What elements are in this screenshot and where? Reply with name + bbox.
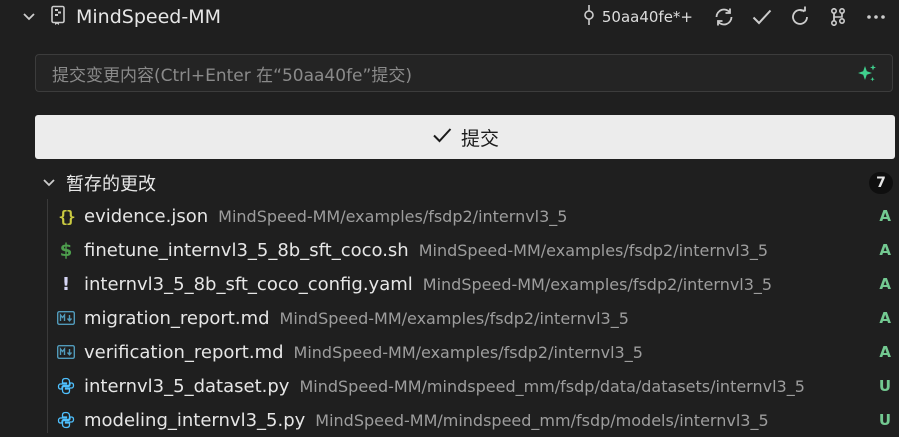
- chevron-down-icon[interactable]: [42, 176, 56, 190]
- python-icon: [57, 375, 75, 397]
- file-name: internvl3_5_8b_sft_coco_config.yaml: [84, 273, 413, 295]
- git-commit-icon: [582, 4, 596, 30]
- branch-indicator[interactable]: 50aa40fe*+: [582, 4, 693, 30]
- check-icon: [752, 9, 772, 25]
- list-item[interactable]: {} evidence.json MindSpeed-MM/examples/fs…: [0, 199, 899, 233]
- file-name: migration_report.md: [84, 307, 270, 329]
- file-name: verification_report.md: [84, 341, 284, 363]
- repo-title: MindSpeed-MM: [76, 6, 221, 28]
- sync-icon: [715, 8, 733, 26]
- list-item[interactable]: verification_report.md MindSpeed-MM/examp…: [0, 335, 899, 369]
- list-item[interactable]: modeling_internvl3_5.py MindSpeed-MM/mind…: [0, 403, 899, 437]
- status-badge: A: [879, 275, 891, 293]
- file-path: MindSpeed-MM/examples/fsdp2/internvl3_5: [218, 206, 568, 226]
- chevron-down-icon[interactable]: [22, 10, 36, 24]
- repository-header[interactable]: MindSpeed-MM 50aa40fe*+: [0, 0, 899, 34]
- file-path: MindSpeed-MM/examples/fsdp2/internvl3_5: [422, 274, 773, 294]
- graph-tree-icon: [831, 7, 846, 27]
- status-badge: A: [879, 343, 891, 361]
- status-badge: A: [879, 309, 891, 327]
- file-path: MindSpeed-MM/mindspeed_mm/fsdp/data/data…: [299, 376, 805, 396]
- json-icon: {}: [58, 206, 75, 226]
- status-badge: U: [878, 377, 891, 395]
- commit-button-label: 提交: [460, 127, 499, 150]
- file-name: finetune_internvl3_5_8b_sft_coco.sh: [84, 239, 409, 261]
- file-path: MindSpeed-MM/examples/fsdp2/internvl3_5: [279, 308, 629, 328]
- file-path: MindSpeed-MM/mindspeed_mm/fsdp/models/in…: [315, 410, 769, 430]
- staged-changes-header[interactable]: 暂存的更改 7: [0, 169, 899, 197]
- commit-button[interactable]: 提交: [35, 115, 895, 159]
- list-item[interactable]: ! internvl3_5_8b_sft_coco_config.yaml Min…: [0, 267, 899, 301]
- file-path: MindSpeed-MM/examples/fsdp2/internvl3_5: [418, 240, 769, 260]
- yaml-icon: !: [61, 273, 71, 295]
- status-badge: U: [878, 411, 891, 429]
- check-icon: [431, 124, 453, 151]
- list-item[interactable]: internvl3_5_dataset.py MindSpeed-MM/minds…: [0, 369, 899, 403]
- more-actions-button[interactable]: [863, 4, 889, 30]
- python-icon: [57, 409, 75, 431]
- branch-label: 50aa40fe*+: [601, 8, 693, 26]
- staged-count-badge: 7: [869, 172, 893, 194]
- refresh-button[interactable]: [787, 4, 813, 30]
- file-name: modeling_internvl3_5.py: [84, 409, 306, 431]
- file-name: evidence.json: [84, 205, 209, 227]
- staged-changes-title: 暂存的更改: [66, 174, 156, 195]
- sync-button[interactable]: [711, 4, 737, 30]
- view-graph-button[interactable]: [825, 4, 851, 30]
- repo-icon: [50, 5, 66, 29]
- file-path: MindSpeed-MM/examples/fsdp2/internvl3_5: [293, 342, 643, 362]
- list-item[interactable]: $ finetune_internvl3_5_8b_sft_coco.sh Min…: [0, 233, 899, 267]
- commit-message-input[interactable]: 提交变更内容(Ctrl+Enter 在“50aa40fe”提交): [35, 54, 893, 92]
- list-item[interactable]: migration_report.md MindSpeed-MM/examples…: [0, 301, 899, 335]
- markdown-icon: [57, 341, 75, 363]
- sparkle-icon[interactable]: [856, 63, 878, 89]
- status-badge: A: [879, 207, 891, 225]
- commit-message-placeholder: 提交变更内容(Ctrl+Enter 在“50aa40fe”提交): [52, 65, 412, 86]
- status-badge: A: [879, 241, 891, 259]
- markdown-icon: [57, 307, 75, 329]
- file-name: internvl3_5_dataset.py: [84, 375, 290, 397]
- scm-toolbar: 50aa40fe*+: [582, 0, 889, 34]
- shell-icon: $: [59, 239, 73, 261]
- commit-check-button[interactable]: [749, 4, 775, 30]
- ellipsis-icon: [867, 15, 885, 19]
- refresh-icon: [792, 6, 808, 25]
